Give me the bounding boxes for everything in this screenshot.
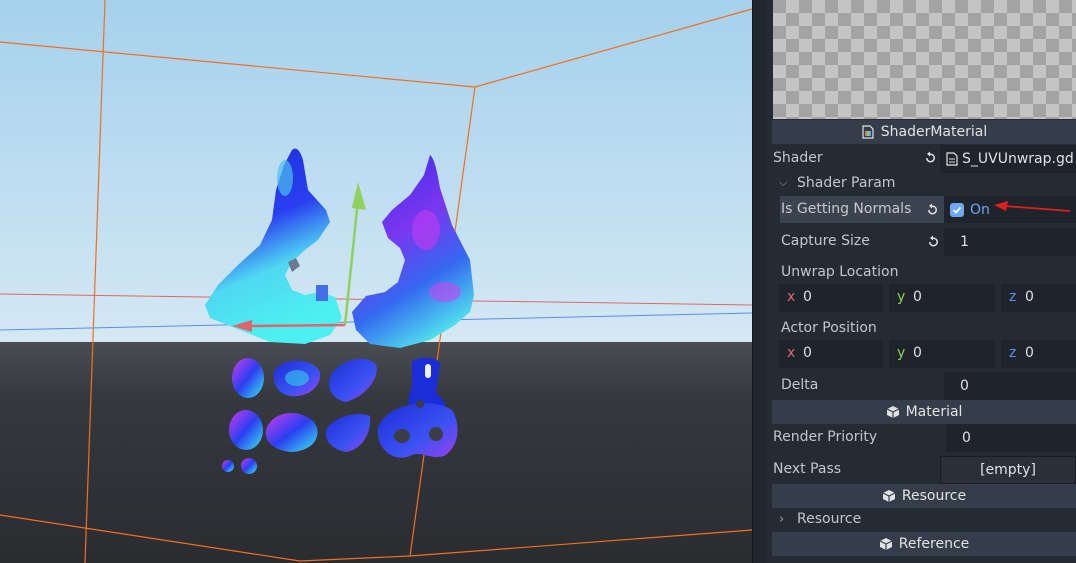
render-priority-row: Render Priority 0 xyxy=(772,424,1076,452)
actor-position-vector: x 0 y 0 z 0 xyxy=(779,340,1076,368)
panel-splitter[interactable] xyxy=(752,0,766,563)
3d-viewport[interactable] xyxy=(0,0,752,563)
gizmo-x-axis[interactable] xyxy=(247,323,346,328)
next-pass-row: Next Pass [empty] xyxy=(772,456,1076,484)
actor-position-label: Actor Position xyxy=(781,320,877,336)
unwrap-location-z: 0 xyxy=(1025,289,1034,305)
ground-plane xyxy=(0,342,752,563)
actor-position-z-field[interactable]: z 0 xyxy=(1001,340,1076,368)
actor-position-y: 0 xyxy=(913,345,922,361)
uv-piece-8-hole-top xyxy=(416,400,424,408)
delta-field[interactable]: 0 xyxy=(944,372,1076,400)
revert-icon[interactable] xyxy=(925,234,941,250)
mesh-purple-spot-2 xyxy=(429,282,461,302)
shader-file-name: S_UVUnwrap.gd xyxy=(962,151,1074,167)
reference-section-header[interactable]: Reference xyxy=(772,532,1076,556)
shader-material-icon xyxy=(862,125,874,139)
render-priority-field[interactable]: 0 xyxy=(946,424,1076,452)
unwrap-location-z-field[interactable]: z 0 xyxy=(1001,284,1076,312)
shader-param-section[interactable]: ⌵ Shader Param xyxy=(779,175,895,191)
unwrap-location-vector: x 0 y 0 z 0 xyxy=(779,284,1076,312)
unwrap-location-x-field[interactable]: x 0 xyxy=(779,284,883,312)
material-section-title: Material xyxy=(905,404,963,420)
uv-piece-8-hole-right xyxy=(429,427,443,441)
uv-piece-2-highlight xyxy=(285,370,309,386)
is-getting-normals-value: On xyxy=(970,201,990,218)
actor-position-x-field[interactable]: x 0 xyxy=(779,340,883,368)
resource-fold[interactable]: › Resource xyxy=(779,511,861,527)
cube-icon xyxy=(882,490,896,502)
unwrap-location-y: 0 xyxy=(913,289,922,305)
uv-piece-1[interactable] xyxy=(232,358,264,398)
mesh-highlight xyxy=(277,160,293,196)
material-preview xyxy=(773,0,1076,119)
inspector-panel: ShaderMaterial Shader S_UVUnwrap.gd ⌵ Sh… xyxy=(766,0,1076,563)
revert-icon[interactable] xyxy=(922,150,938,166)
unwrap-location-label: Unwrap Location xyxy=(781,264,899,280)
material-section-header[interactable]: Material xyxy=(772,400,1076,424)
shader-material-header[interactable]: ShaderMaterial xyxy=(772,120,1076,144)
sky-background xyxy=(0,0,752,342)
uv-piece-10[interactable] xyxy=(241,458,257,474)
shader-label: Shader xyxy=(773,150,823,166)
shader-material-title: ShaderMaterial xyxy=(880,124,988,140)
resource-section-header[interactable]: Resource xyxy=(772,484,1076,508)
cube-icon xyxy=(886,406,899,418)
capture-size-row: Capture Size 1 xyxy=(780,228,1076,256)
shader-param-label: Shader Param xyxy=(797,175,896,191)
delta-row: Delta 0 xyxy=(780,372,1076,400)
shader-property-row: Shader S_UVUnwrap.gd xyxy=(772,145,1076,173)
cube-icon xyxy=(879,538,893,550)
actor-position-y-field[interactable]: y 0 xyxy=(889,340,995,368)
capture-size-value: 1 xyxy=(960,234,969,250)
is-getting-normals-label: Is Getting Normals xyxy=(781,201,912,217)
unwrap-location-y-field[interactable]: y 0 xyxy=(889,284,995,312)
uv-piece-9[interactable] xyxy=(222,460,234,472)
render-priority-label: Render Priority xyxy=(773,429,878,445)
delta-label: Delta xyxy=(781,377,819,393)
delta-value: 0 xyxy=(960,378,969,394)
render-priority-value: 0 xyxy=(962,430,971,446)
capture-size-field[interactable]: 1 xyxy=(944,228,1076,256)
origin-marker xyxy=(316,285,328,301)
capture-size-label: Capture Size xyxy=(781,233,870,249)
resource-fold-label: Resource xyxy=(797,511,862,527)
actor-position-z: 0 xyxy=(1025,345,1034,361)
annotation-arrow-icon xyxy=(994,201,1071,212)
unwrap-location-x: 0 xyxy=(803,289,812,305)
mesh-purple-spot xyxy=(412,210,440,250)
chevron-down-icon: ⌵ xyxy=(779,176,788,189)
reference-section-title: Reference xyxy=(898,536,970,552)
uv-piece-8-hole-left xyxy=(394,429,410,443)
revert-icon[interactable] xyxy=(924,202,940,218)
is-getting-normals-row: Is Getting Normals On xyxy=(780,196,1076,224)
next-pass-resource-picker[interactable]: [empty] xyxy=(940,456,1076,484)
uv-piece-4-hole xyxy=(425,364,431,378)
uv-piece-5[interactable] xyxy=(229,410,263,450)
shader-resource-field[interactable]: S_UVUnwrap.gd xyxy=(940,145,1076,173)
next-pass-value: [empty] xyxy=(980,462,1036,478)
next-pass-label: Next Pass xyxy=(773,461,842,477)
uv-piece-6[interactable] xyxy=(265,412,318,452)
checkbox-checked-icon[interactable] xyxy=(950,202,964,217)
actor-position-x: 0 xyxy=(803,345,812,361)
resource-section-title: Resource xyxy=(901,488,967,504)
script-file-icon xyxy=(946,152,958,166)
chevron-right-icon: › xyxy=(779,511,785,527)
